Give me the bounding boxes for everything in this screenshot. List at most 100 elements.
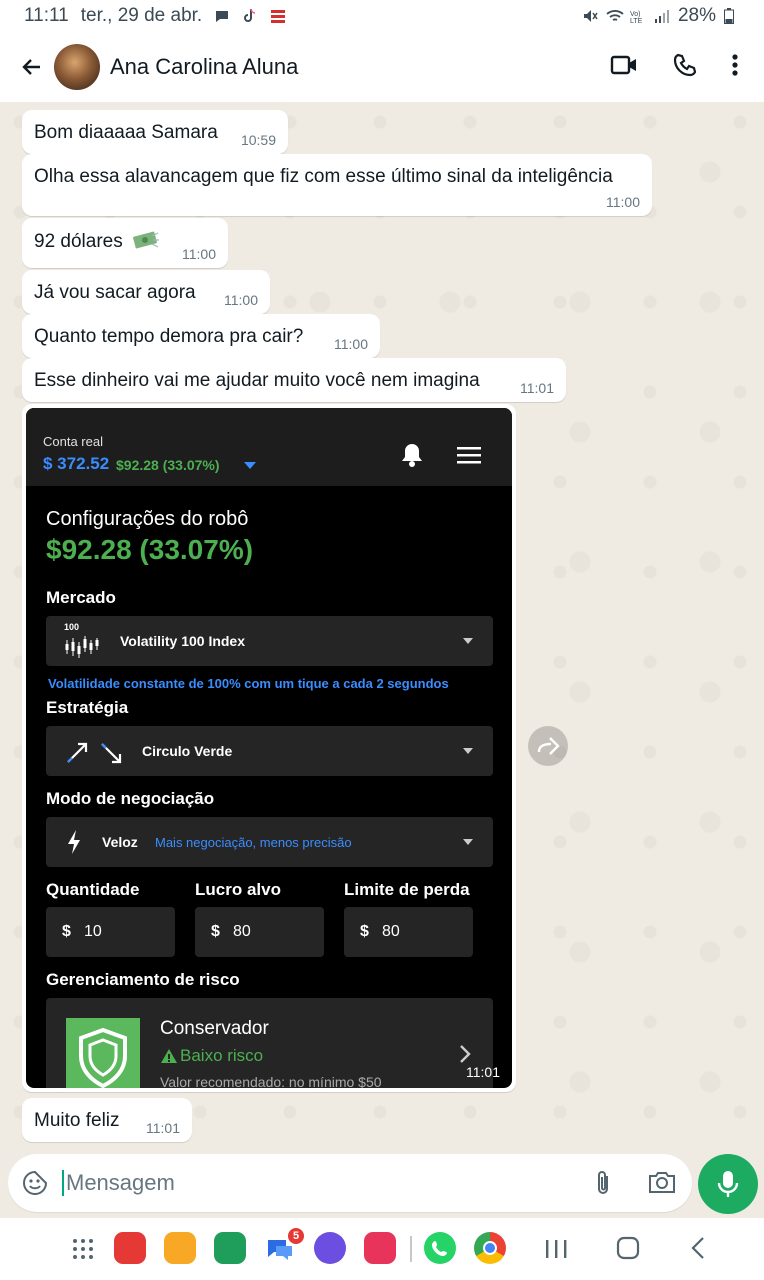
avatar[interactable] [54,44,100,90]
message-bubble[interactable]: Já vou sacar agora 11:00 [22,270,270,314]
video-call-icon[interactable] [610,54,638,81]
recent-apps-icon[interactable] [544,1238,568,1265]
config-title: Configurações do robô [46,508,249,530]
message-bubble[interactable]: Esse dinheiro vai me ajudar muito você n… [22,358,566,402]
back-arrow-icon[interactable] [18,53,46,81]
messaging-app-icon[interactable] [214,1232,246,1264]
home-icon[interactable] [616,1236,640,1265]
account-label: Conta real [43,434,103,449]
text-cursor [62,1170,64,1196]
target-value: 80 [233,923,251,940]
status-date: ter., 29 de abr. [80,5,203,26]
shot-header: Conta real $ 372.52 $92.28 (33.07%) [26,408,512,486]
contact-name[interactable]: Ana Carolina Aluna [110,54,298,80]
svg-text:Vo): Vo) [630,11,641,18]
message-text: Esse dinheiro vai me ajudar muito você n… [34,370,480,391]
sticker-emoji-icon[interactable] [22,1170,48,1201]
message-bubble[interactable]: Olha essa alavancagem que fiz com esse ú… [22,154,652,216]
paperclip-icon[interactable] [592,1169,614,1202]
flipboard-app-icon[interactable] [114,1232,146,1264]
image-message[interactable]: Conta real $ 372.52 $92.28 (33.07%) Conf… [22,404,516,1092]
mode-value: Veloz [102,834,138,850]
risk-label: Gerenciamento de risco [46,970,240,989]
back-icon[interactable] [690,1236,706,1265]
message-bubble[interactable]: 92 dólares 11:00 [22,218,228,268]
mode-hint: Mais negociação, menos precisão [155,835,352,850]
camera-app-icon[interactable] [364,1232,396,1264]
system-nav-bar: 5 [0,1218,764,1280]
message-bubble[interactable]: Muito feliz 11:01 [22,1098,192,1142]
message-time: 11:01 [466,1064,500,1080]
risk-card: Conservador Baixo risco Valor recomendad… [46,998,493,1088]
message-text: Muito feliz [34,1110,120,1131]
strategy-label: Estratégia [46,698,129,717]
chat-header: Ana Carolina Aluna [0,32,764,102]
dock-divider [410,1236,412,1262]
message-bubble[interactable]: Quanto tempo demora pra cair? 11:00 [22,314,380,358]
battery-percent: 28% [677,5,716,26]
voice-call-icon[interactable] [672,52,698,83]
lightning-icon [66,829,82,860]
message-input[interactable] [66,1164,566,1202]
app-notification-icon [270,8,286,24]
config-profit: $92.28 (33.07%) [46,534,254,565]
trading-robot-screenshot[interactable]: Conta real $ 372.52 $92.28 (33.07%) Conf… [26,408,512,1088]
svg-text:LTE: LTE [630,18,643,24]
message-time: 11:00 [182,246,216,262]
market-label: Mercado [46,588,116,607]
account-balance: $ 372.52 [43,454,110,473]
forward-icon [537,737,560,755]
camera-icon[interactable] [648,1169,676,1200]
market-hint: Volatilidade constante de 100% com um ti… [48,676,449,691]
browser-app-icon[interactable] [314,1232,346,1264]
strategy-select: Circulo Verde [46,726,493,776]
forward-button[interactable] [528,726,568,766]
market-select: 100 Volatility 100 Index [46,616,493,666]
chevron-down-icon [244,462,256,469]
notification-badge: 5 [288,1228,304,1244]
shield-icon [66,1018,140,1088]
loss-value: 80 [382,923,400,940]
account-gain: $92.28 (33.07%) [116,457,220,473]
wifi-icon [606,8,624,24]
message-text: Bom diaaaaa Samara [34,122,218,143]
message-time: 10:59 [240,132,276,148]
microphone-button[interactable] [698,1154,758,1214]
target-field: $ 80 [195,907,324,957]
message-text: Já vou sacar agora [34,282,196,303]
quantity-label: Quantidade [46,880,140,899]
bell-icon [400,442,424,473]
message-time: 11:00 [224,292,258,308]
risk-name: Conservador [160,1018,269,1039]
lte-icon: Vo) LTE [630,8,646,25]
market-badge: 100 [64,622,80,632]
risk-level: Baixo risco [180,1046,264,1065]
message-bubble[interactable]: Bom diaaaaa Samara 10:59 [22,110,288,154]
message-time: 11:00 [334,336,368,352]
files-app-icon[interactable] [164,1232,196,1264]
message-composer [8,1154,692,1212]
warning-icon [160,1048,178,1069]
more-options-icon[interactable] [732,53,738,82]
loss-field: $ 80 [344,907,473,957]
message-text: Quanto tempo demora pra cair? [34,326,304,347]
mode-label: Modo de negociação [46,789,215,808]
status-time: 11:11 [24,5,69,26]
strategy-value: Circulo Verde [142,743,233,759]
signal-icon [654,8,670,24]
mode-select: Veloz Mais negociação, menos precisão [46,817,493,867]
whatsapp-app-icon[interactable] [424,1232,456,1264]
chevron-down-icon [463,638,473,644]
chat-area[interactable]: Bom diaaaaa Samara 10:59 Olha essa alava… [0,102,764,1152]
chevron-down-icon [463,748,473,754]
hamburger-menu-icon [456,446,482,469]
message-time: 11:00 [606,194,640,210]
quantity-value: 10 [84,923,102,940]
message-time: 11:01 [146,1120,180,1136]
trend-arrows-icon [66,740,126,769]
chrome-app-icon[interactable] [474,1232,506,1264]
loss-label: Limite de perda [344,880,470,899]
tiktok-icon [242,8,258,24]
chevron-down-icon [463,839,473,845]
app-drawer-icon[interactable] [72,1238,94,1265]
